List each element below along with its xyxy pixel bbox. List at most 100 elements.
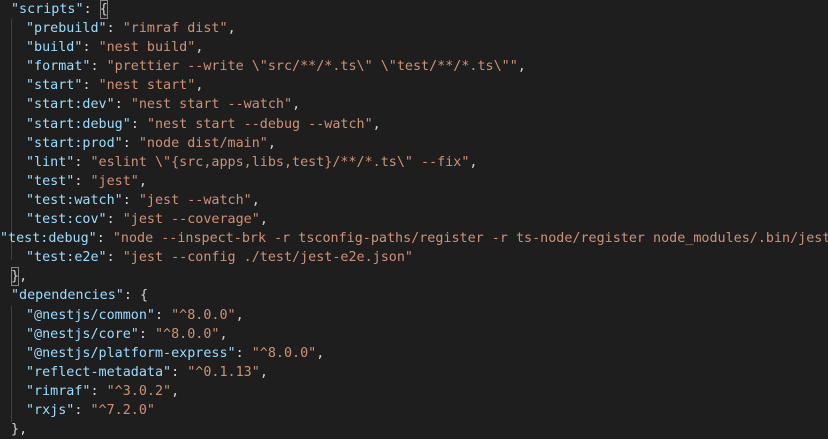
property-value: "jest": [90, 173, 139, 189]
code-line[interactable]: "prebuild": "rimraf dist",: [0, 19, 828, 38]
comma: ,: [251, 192, 260, 208]
colon: :: [90, 383, 107, 399]
comma: ,: [19, 269, 28, 285]
comma: ,: [195, 78, 204, 94]
comma: ,: [138, 173, 147, 189]
code-line[interactable]: "@nestjs/platform-express": "^8.0.0",: [0, 344, 828, 363]
property-key: "@nestjs/common": [26, 307, 155, 323]
colon: :: [74, 402, 91, 418]
code-editor[interactable]: "scripts": {"prebuild": "rimraf dist", "b…: [0, 0, 828, 439]
close-brace: }: [11, 422, 20, 438]
property-value: "^0.1.13": [187, 364, 260, 380]
code-line[interactable]: "dependencies": {: [0, 286, 828, 305]
comma: ,: [259, 364, 268, 380]
code-line[interactable]: "rxjs": "^7.2.0": [0, 401, 828, 420]
code-line[interactable]: "test:watch": "jest --watch",: [0, 191, 828, 210]
property-key: "lint": [26, 154, 75, 170]
colon: :: [74, 154, 91, 170]
colon: :: [74, 173, 91, 189]
scripts-key: "scripts": [11, 2, 84, 17]
property-key: "test:e2e": [26, 250, 107, 266]
code-line[interactable]: "test:e2e": "jest --config ./test/jest-e…: [0, 248, 828, 267]
code-line[interactable]: "scripts": {: [0, 0, 828, 20]
colon: :: [90, 59, 107, 75]
comma: ,: [227, 21, 236, 37]
colon: :: [235, 345, 252, 361]
open-brace: {: [99, 0, 108, 20]
colon: :: [114, 97, 131, 113]
comma: ,: [235, 307, 244, 323]
property-key: "rxjs": [26, 402, 75, 418]
code-line[interactable]: "build": "nest build",: [0, 38, 828, 57]
code-line[interactable]: "start:prod": "node dist/main",: [0, 134, 828, 153]
code-line[interactable]: "rimraf": "^3.0.2",: [0, 382, 828, 401]
property-value: "jest --coverage": [122, 212, 260, 228]
property-value: "prettier --write \"src/**/*.ts\" \"test…: [106, 59, 518, 75]
colon: :: [82, 78, 99, 94]
property-key: "start:debug": [26, 116, 131, 132]
property-value: "nest start --watch": [130, 97, 293, 113]
property-value: "jest --watch": [138, 192, 252, 208]
comma: ,: [267, 135, 276, 151]
property-key: "reflect-metadata": [26, 364, 172, 380]
property-value: "node --inspect-brk -r tsconfig-paths/re…: [112, 231, 828, 247]
code-line[interactable]: "@nestjs/core": "^8.0.0",: [0, 325, 828, 344]
colon: :: [106, 250, 123, 266]
code-line[interactable]: "format": "prettier --write \"src/**/*.t…: [0, 57, 828, 76]
colon: :: [155, 307, 172, 323]
code-line[interactable]: },: [0, 420, 828, 439]
colon: :: [106, 212, 123, 228]
comma: ,: [517, 59, 526, 75]
property-key: "@nestjs/platform-express": [26, 345, 236, 361]
property-key: "test:watch": [26, 192, 123, 208]
property-value: "nest start": [98, 78, 196, 94]
comma: ,: [195, 40, 204, 56]
dependencies-key: "dependencies": [11, 288, 124, 304]
code-line[interactable]: "test:debug": "node --inspect-brk -r tsc…: [0, 229, 828, 248]
property-key: "format": [26, 59, 91, 75]
code-line[interactable]: "test": "jest",: [0, 172, 828, 191]
property-value: "rimraf dist": [122, 21, 228, 37]
comma: ,: [171, 383, 180, 399]
code-line[interactable]: "start:debug": "nest start --debug --wat…: [0, 115, 828, 134]
property-key: "build": [26, 40, 83, 56]
property-key: "test": [26, 173, 75, 189]
comma: ,: [219, 326, 228, 342]
comma: ,: [19, 422, 28, 438]
property-key: "start": [26, 78, 83, 94]
open-brace: {: [140, 288, 149, 304]
code-line[interactable]: "reflect-metadata": "^0.1.13",: [0, 363, 828, 382]
property-value: "^8.0.0": [251, 345, 317, 361]
property-key: "start:dev": [26, 97, 115, 113]
property-key: "prebuild": [26, 21, 107, 37]
property-key: "start:prod": [26, 135, 123, 151]
code-line[interactable]: "lint": "eslint \"{src,apps,libs,test}/*…: [0, 153, 828, 172]
property-value: "^7.2.0": [90, 402, 156, 418]
comma: ,: [316, 345, 325, 361]
comma: ,: [292, 97, 301, 113]
comma: ,: [469, 154, 478, 170]
colon: :: [96, 231, 113, 247]
colon: :: [83, 2, 100, 17]
code-line[interactable]: },: [0, 267, 828, 287]
property-value: "^3.0.2": [106, 383, 172, 399]
comma: ,: [372, 116, 381, 132]
property-value: "node dist/main": [138, 135, 268, 151]
property-value: "jest --config ./test/jest-e2e.json": [122, 250, 413, 266]
code-line[interactable]: "test:cov": "jest --coverage",: [0, 210, 828, 229]
property-value: "^8.0.0": [171, 307, 236, 323]
property-value: "nest build": [98, 40, 196, 56]
property-value: "^8.0.0": [155, 326, 220, 342]
colon: :: [122, 135, 139, 151]
colon: :: [123, 288, 140, 304]
colon: :: [122, 192, 139, 208]
colon: :: [171, 364, 188, 380]
colon: :: [130, 116, 147, 132]
property-key: "test:cov": [26, 212, 107, 228]
property-key: "rimraf": [26, 383, 91, 399]
colon: :: [106, 21, 123, 37]
code-line[interactable]: "start": "nest start",: [0, 76, 828, 95]
code-line[interactable]: "start:dev": "nest start --watch",: [0, 95, 828, 114]
colon: :: [138, 326, 155, 342]
code-line[interactable]: "@nestjs/common": "^8.0.0",: [0, 306, 828, 325]
